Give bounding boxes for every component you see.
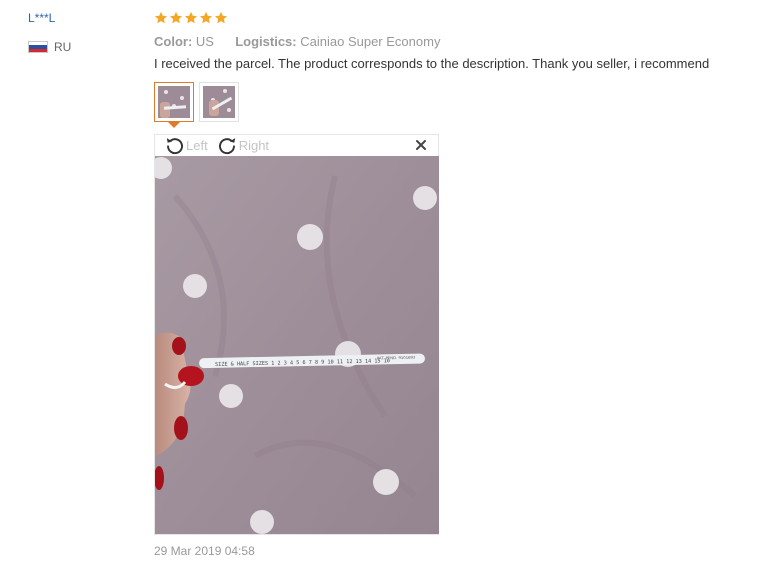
rotate-right-button[interactable]: Right: [217, 135, 269, 156]
thumbnail-image: [203, 86, 235, 118]
rotate-left-label: Left: [186, 138, 208, 153]
polka-dot: [250, 510, 274, 534]
review-body: Color: US Logistics: Cainiao Super Econo…: [154, 9, 754, 128]
ruler-tail-text: PAT. PEND. 9101693: [377, 355, 416, 361]
close-icon[interactable]: [414, 138, 428, 152]
country-code: RU: [54, 40, 72, 54]
polka-dot: [219, 384, 243, 408]
star-icon: [169, 11, 183, 24]
rotate-right-label: Right: [238, 138, 270, 153]
photo-viewer: Left Right SIZE & HALF SIZES 1 2 3 4 5 6…: [154, 134, 439, 535]
reviewer-info: L***L RU: [28, 10, 138, 55]
review-date: 29 Mar 2019 04:58: [154, 544, 255, 558]
logistics-value: Cainiao Super Economy: [300, 34, 441, 49]
polka-dot: [297, 224, 323, 250]
thumbnail-photo-1[interactable]: [154, 82, 194, 128]
polka-dot: [373, 469, 399, 495]
star-icon: [214, 11, 228, 24]
star-icon: [184, 11, 198, 24]
polka-dot: [413, 186, 437, 210]
country-row: RU: [28, 39, 138, 55]
review-text: I received the parcel. The product corre…: [154, 56, 710, 71]
star-icon: [199, 11, 213, 24]
viewer-toolbar: Left Right: [155, 135, 438, 156]
star-rating: [154, 9, 754, 27]
review-photo: SIZE & HALF SIZES 1 2 3 4 5 6 7 8 9 10 1…: [155, 156, 439, 534]
color-value: US: [195, 34, 214, 49]
thumbnail-image: [158, 86, 190, 118]
review-meta: Color: US Logistics: Cainiao Super Econo…: [154, 33, 754, 51]
reviewer-name[interactable]: L***L: [28, 10, 138, 26]
photo-thumbnails: [154, 82, 754, 128]
rotate-left-icon: [166, 138, 183, 155]
russia-flag-icon: [28, 41, 48, 53]
rotate-right-icon: [218, 138, 235, 155]
logistics-label: Logistics:: [235, 34, 297, 49]
star-icon: [154, 11, 168, 24]
polka-dot: [183, 274, 207, 298]
rotate-left-button[interactable]: Left: [164, 135, 208, 156]
thumbnail-photo-2[interactable]: [199, 82, 239, 122]
color-label: Color:: [154, 34, 193, 49]
